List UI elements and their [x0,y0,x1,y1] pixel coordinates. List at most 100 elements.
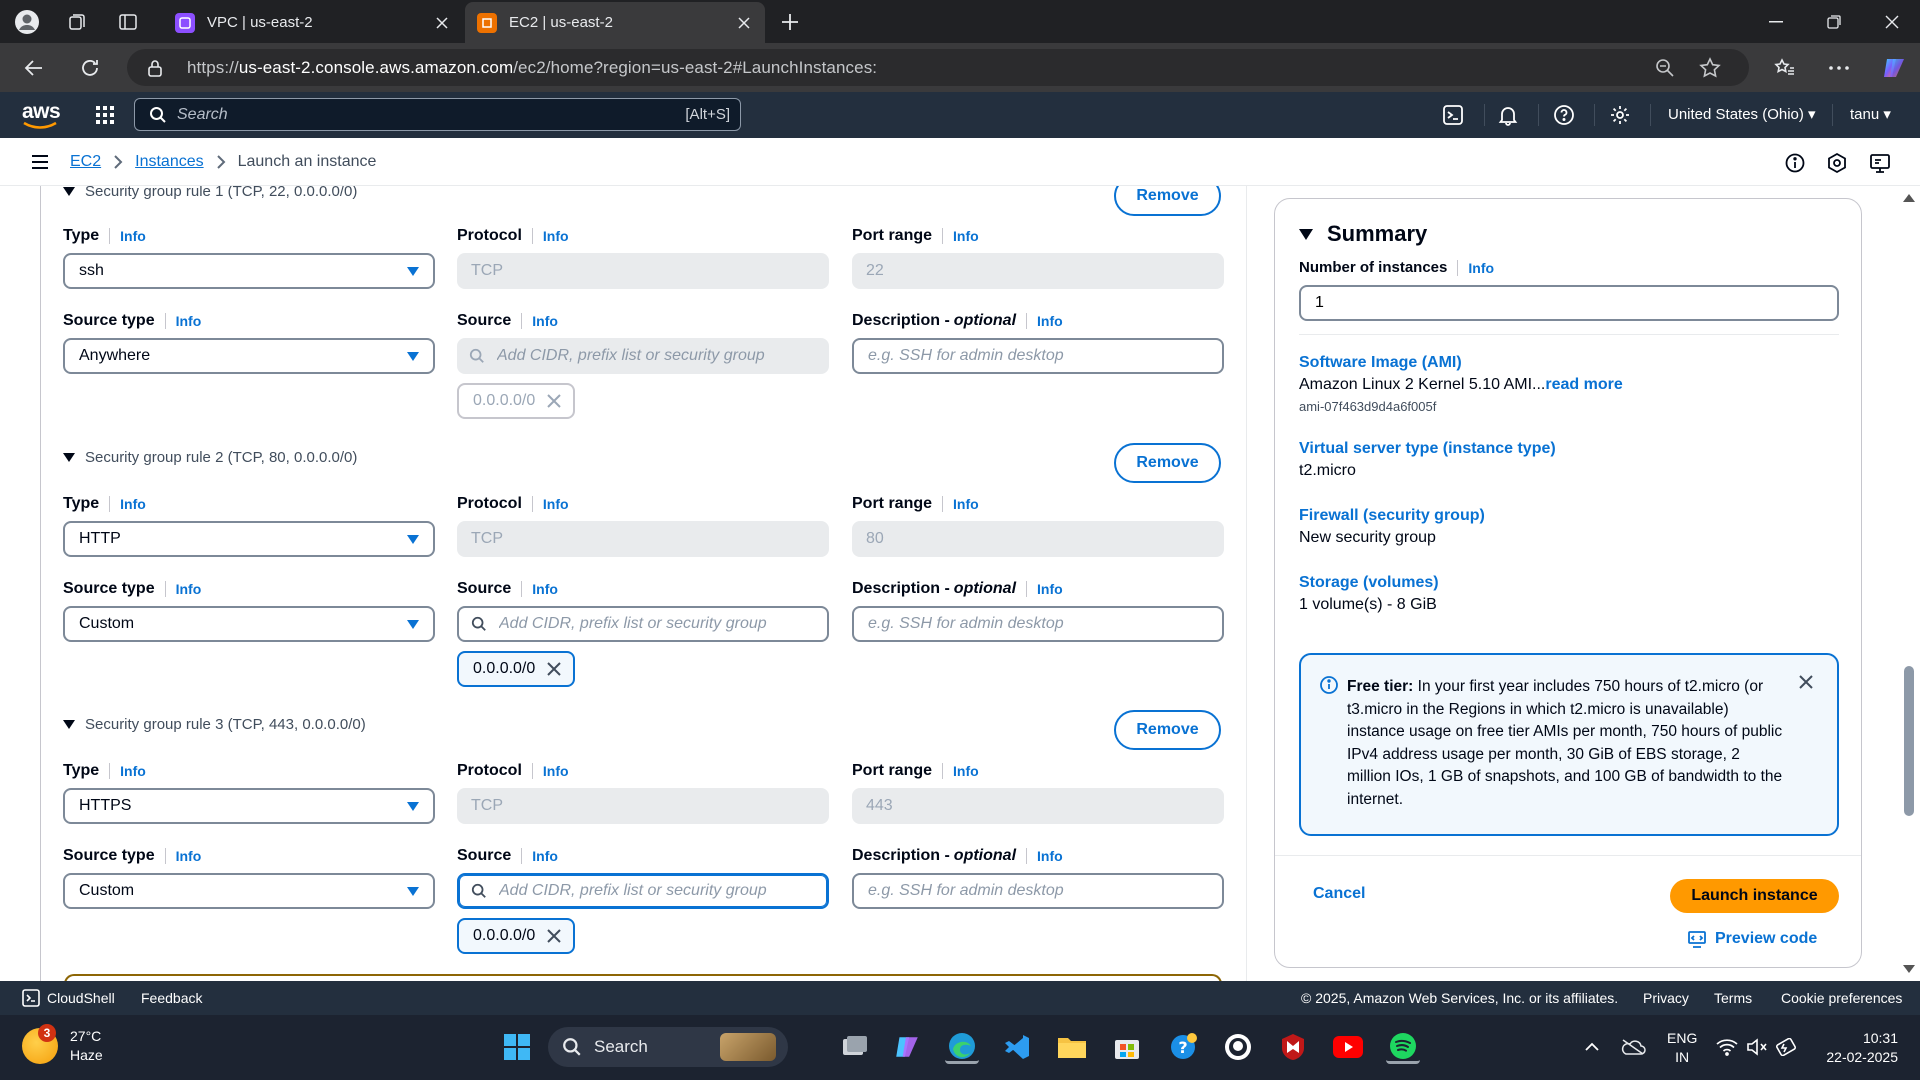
scroll-up-icon[interactable] [1903,194,1915,202]
ami-link[interactable]: Software Image (AMI) [1299,354,1462,372]
privacy-link[interactable]: Privacy [1643,990,1689,1006]
close-icon[interactable] [545,927,563,945]
aws-logo[interactable]: aws [22,100,61,129]
remove-rule-1-button[interactable]: Remove [1114,186,1221,216]
settings-gear-icon[interactable] [1609,104,1631,126]
cloudshell-footer-button[interactable]: CloudShell [22,989,115,1007]
zoom-icon[interactable] [1654,57,1676,79]
tab-vpc[interactable]: VPC | us-east-2 [163,2,463,43]
instance-type-link[interactable]: Virtual server type (instance type) [1299,440,1556,458]
search-input[interactable] [177,105,657,124]
account-menu[interactable]: tanu ▾ [1850,105,1891,123]
feedback-link[interactable]: Feedback [141,990,202,1006]
microsoft-store-icon[interactable] [1110,1030,1144,1064]
description-field[interactable] [852,606,1224,642]
rule-2-header[interactable]: Security group rule 2 (TCP, 80, 0.0.0.0/… [63,449,357,466]
num-instances-input[interactable] [1299,285,1839,321]
info-link[interactable]: Info [521,581,558,597]
language-indicator[interactable]: ENG IN [1667,1029,1697,1067]
breadcrumb-ec2[interactable]: EC2 [70,153,101,171]
source-type-select[interactable]: Custom [63,873,435,909]
source-type-select[interactable]: Custom [63,606,435,642]
cloudshell-icon[interactable] [1442,104,1464,126]
info-link[interactable]: Info [942,228,979,244]
new-tab-button[interactable] [776,8,804,36]
rule-3-header[interactable]: Security group rule 3 (TCP, 443, 0.0.0.0… [63,716,366,733]
profile-icon[interactable] [12,7,42,37]
info-link[interactable]: Info [1026,581,1063,597]
url-field[interactable]: https://us-east-2.console.aws.amazon.com… [127,49,1749,86]
reload-icon[interactable] [74,52,106,84]
scroll-thumb[interactable] [1904,666,1914,816]
taskbar-search[interactable]: Search [548,1027,788,1067]
info-link[interactable]: Info [164,581,201,597]
read-more-link[interactable]: read more [1545,376,1622,393]
services-grid-icon[interactable] [95,105,115,125]
system-clock[interactable]: 10:31 22-02-2025 [1818,1029,1898,1067]
youtube-icon[interactable] [1331,1030,1365,1064]
source-input[interactable] [457,873,829,909]
description-input[interactable] [868,347,1168,365]
info-link[interactable]: Info [531,496,569,512]
back-arrow-icon[interactable] [18,52,50,84]
info-link[interactable]: Info [521,313,558,329]
info-link[interactable]: Info [164,848,201,864]
type-select[interactable]: HTTPS [63,788,435,824]
type-select[interactable]: ssh [63,253,435,289]
terms-link[interactable]: Terms [1714,990,1752,1006]
info-link[interactable]: Info [1026,313,1063,329]
menu-hamburger-icon[interactable] [30,152,50,172]
tutorial-icon[interactable] [1826,152,1848,174]
description-input[interactable] [868,882,1168,900]
file-explorer-icon[interactable] [1055,1030,1089,1064]
region-selector[interactable]: United States (Ohio) ▾ [1668,105,1816,123]
tab-ec2[interactable]: EC2 | us-east-2 [465,2,765,43]
more-options-icon[interactable] [1823,52,1855,84]
info-link[interactable]: Info [109,763,146,779]
cookie-preferences-link[interactable]: Cookie preferences [1781,990,1902,1006]
info-link[interactable]: Info [1026,848,1063,864]
aws-search[interactable]: [Alt+S] [134,98,741,131]
source-search-input[interactable] [499,882,799,900]
info-link[interactable]: Info [942,496,979,512]
source-type-select[interactable]: Anywhere [63,338,435,374]
scroll-down-icon[interactable] [1903,965,1915,973]
launch-instance-button[interactable]: Launch instance [1670,879,1839,913]
notifications-bell-icon[interactable] [1497,104,1519,126]
description-field[interactable] [852,873,1224,909]
info-link[interactable]: Info [109,496,146,512]
close-window-icon[interactable] [1864,0,1920,43]
favorites-list-icon[interactable] [1769,52,1801,84]
windows-start-icon[interactable] [500,1030,534,1064]
summary-heading[interactable]: Summary [1299,221,1427,247]
favorite-star-icon[interactable] [1699,57,1721,79]
volume-muted-icon[interactable] [1740,1030,1774,1064]
info-panel-icon[interactable] [1784,152,1806,174]
close-tab-icon[interactable] [433,14,451,32]
close-tab-icon[interactable] [735,14,753,32]
github-icon[interactable] [1221,1030,1255,1064]
description-input[interactable] [868,615,1168,633]
spotify-icon[interactable] [1386,1030,1420,1064]
breadcrumb-instances[interactable]: Instances [135,153,203,171]
info-link[interactable]: Info [109,228,146,244]
info-link[interactable]: Info [164,313,201,329]
copilot-icon[interactable] [1878,52,1910,84]
get-help-icon[interactable]: ? [1166,1030,1200,1064]
help-icon[interactable] [1553,104,1575,126]
close-icon[interactable] [1797,673,1817,693]
description-field[interactable] [852,338,1224,374]
type-select[interactable]: HTTP [63,521,435,557]
remove-rule-3-button[interactable]: Remove [1114,710,1221,750]
edge-browser-icon[interactable] [945,1030,979,1064]
minimize-icon[interactable] [1748,0,1804,43]
info-link[interactable]: Info [531,763,569,779]
restore-icon[interactable] [1806,0,1862,43]
info-link[interactable]: Info [521,848,558,864]
cancel-button[interactable]: Cancel [1313,885,1365,903]
page-scrollbar[interactable] [1898,186,1920,981]
remove-rule-2-button[interactable]: Remove [1114,443,1221,483]
onedrive-icon[interactable] [1616,1030,1650,1064]
vscode-icon[interactable] [1000,1030,1034,1064]
mcafee-icon[interactable] [1276,1030,1310,1064]
